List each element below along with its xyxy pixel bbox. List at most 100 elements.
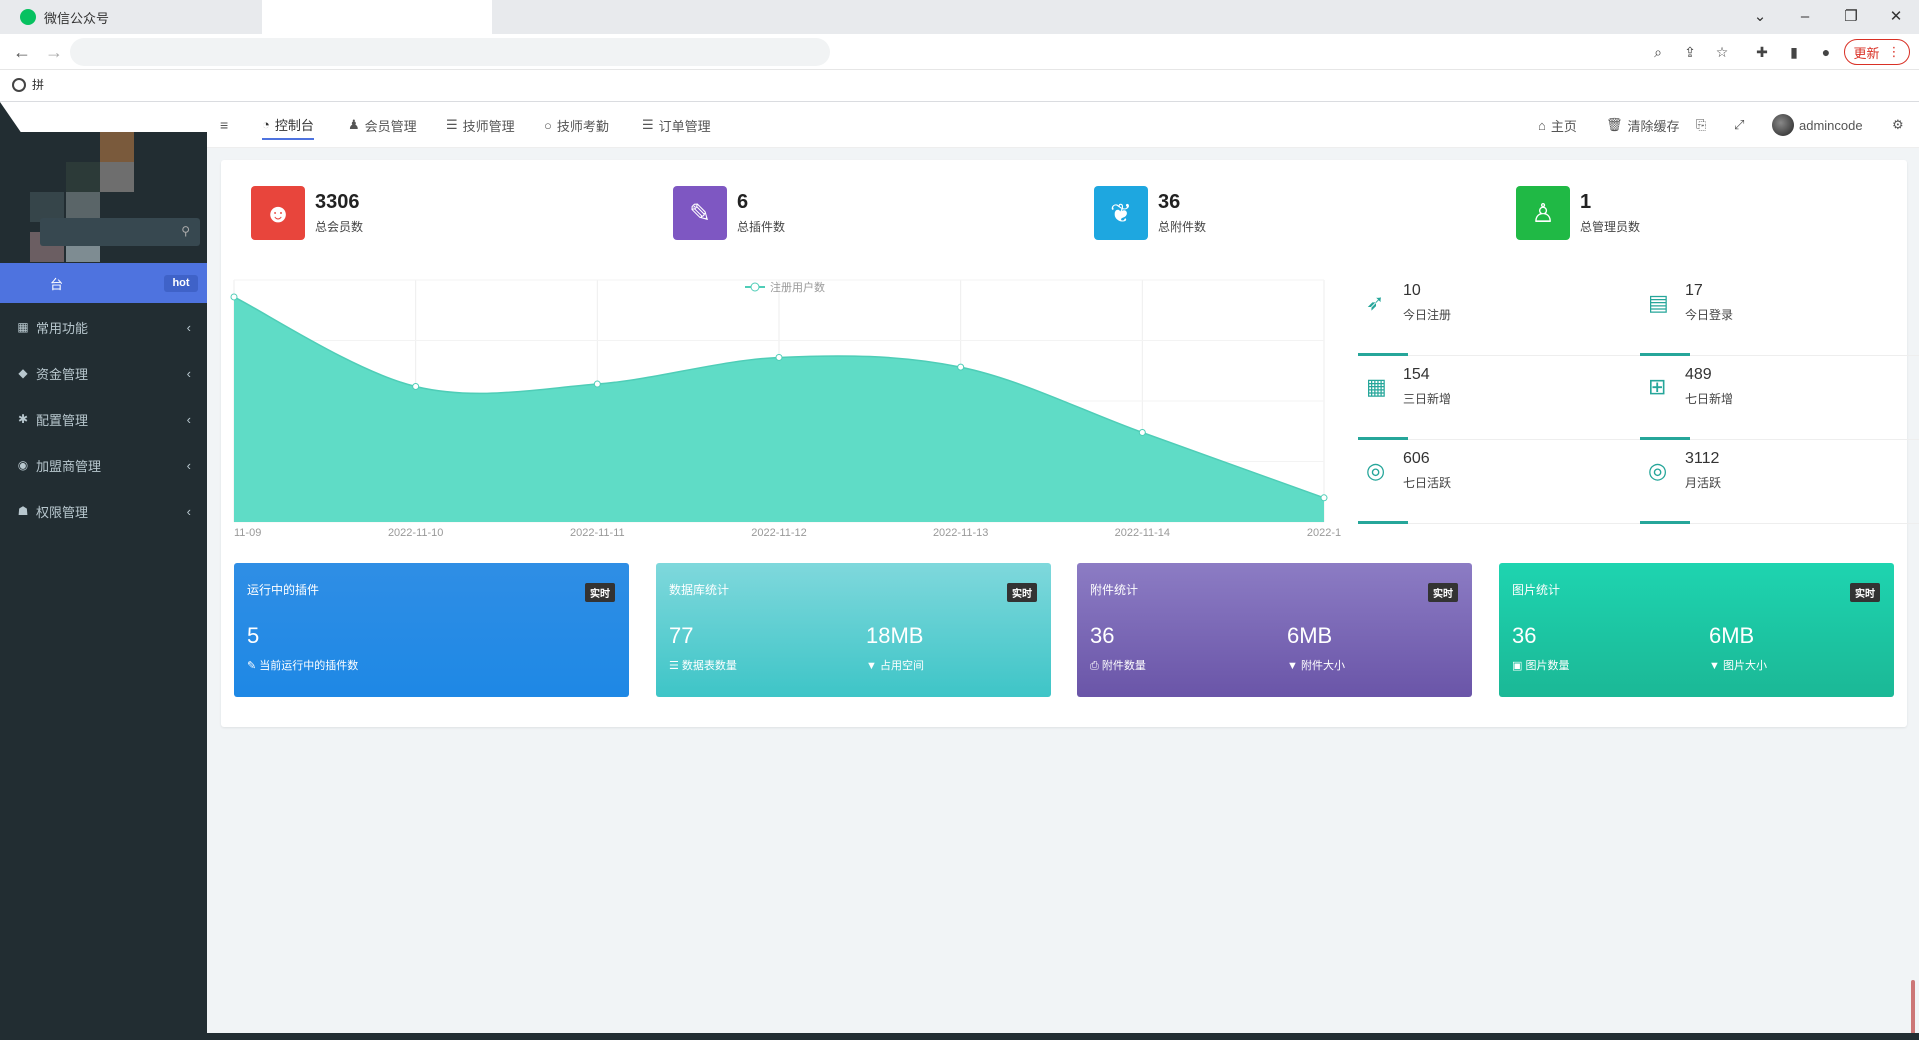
card-value: 36 — [1090, 623, 1115, 648]
realtime-badge: 实时 — [585, 583, 615, 602]
sidebar-item-label: 配置管理 — [36, 412, 89, 428]
sidebar-item-config[interactable]: ✱ 配置管理 ‹ — [0, 398, 207, 440]
sidebar-search-input[interactable]: ⚲ — [40, 218, 200, 246]
id-card-icon: ▤ — [1648, 290, 1669, 315]
sidebar-item-label: 加盟商管理 — [36, 458, 102, 474]
card-label-2: ▼ 图片大小 — [1709, 657, 1767, 673]
scrollbar-thumb[interactable] — [1911, 980, 1915, 1036]
fullscreen-icon[interactable]: ⤢ — [1734, 110, 1744, 140]
card-label-icon: ▣ — [1512, 660, 1526, 672]
stat-value: 3306 — [315, 191, 360, 213]
magic-icon: ✎ — [673, 186, 727, 240]
x-tick-label: 2022-1 — [1307, 527, 1341, 539]
back-icon[interactable]: ← — [10, 40, 34, 64]
list-icon: ☰ — [446, 117, 458, 132]
bookmark-label: 拼 — [32, 78, 45, 92]
sidepanel-icon[interactable]: ▮ — [1784, 42, 1804, 62]
settings-gear-icon[interactable]: ⚙ — [1892, 110, 1904, 140]
address-bar[interactable] — [70, 38, 830, 66]
clear-cache-button[interactable]: 🗑 清除缓存 — [1606, 110, 1680, 140]
stat-card: 数据库统计 实时 77 ☰ 数据表数量 18MB ▼ 占用空间 — [656, 563, 1051, 697]
mini-stat: ◎ 606 七日活跃 — [1358, 442, 1640, 524]
stat-value: 36 — [1158, 191, 1181, 213]
avatar — [1772, 114, 1794, 136]
chevron-left-icon: ‹ — [186, 319, 191, 335]
x-tick-label: 2022-11-12 — [751, 527, 806, 539]
tab-members[interactable]: ♟ 会员管理 — [348, 110, 417, 140]
more-icon: ⋮ — [1887, 44, 1901, 59]
tab-technicians[interactable]: ☰ 技师管理 — [446, 110, 515, 140]
close-button[interactable]: ✕ — [1881, 6, 1911, 28]
sidebar-item-finance[interactable]: ◆ 资金管理 ‹ — [0, 352, 207, 394]
tab-label: 技师考勤 — [556, 118, 609, 134]
translate-icon[interactable]: ⎘ — [1696, 110, 1706, 140]
forward-icon[interactable]: → — [42, 40, 66, 64]
mini-stat: ◎ 3112 月活跃 — [1640, 442, 1919, 524]
chart-legend[interactable]: 注册用户数 — [745, 280, 825, 294]
home-label: 主页 — [1550, 118, 1577, 134]
tab-attendance[interactable]: ○ 技师考勤 — [544, 110, 609, 140]
card-label-icon: ⎙ — [1090, 660, 1102, 672]
stat-label: 总附件数 — [1158, 220, 1207, 234]
card-title: 数据库统计 — [669, 583, 730, 597]
sidebar-item-common[interactable]: ▦ 常用功能 ‹ — [0, 306, 207, 348]
mini-stat-label: 七日活跃 — [1403, 476, 1452, 490]
browser-tab[interactable]: 微信公众号 — [0, 0, 265, 34]
chevron-left-icon: ‹ — [186, 503, 191, 519]
user-circle-icon: ◎ — [1648, 458, 1668, 483]
data-point — [593, 380, 601, 388]
home-link[interactable]: ⌂ 主页 — [1538, 110, 1577, 140]
sidebar-item-permissions[interactable]: ☗ 权限管理 ‹ — [0, 490, 207, 532]
share-icon[interactable]: ⇪ — [1680, 42, 1700, 62]
tab-dashboard[interactable]: ◔ 控制台 — [262, 110, 314, 140]
card-title: 附件统计 — [1090, 583, 1139, 597]
card-title: 运行中的插件 — [247, 583, 320, 597]
stat-text: 6 总插件数 — [737, 191, 785, 235]
stat-label: 总管理员数 — [1580, 220, 1641, 234]
username: admincode — [1799, 117, 1863, 133]
stat-box: ✎ 6 总插件数 — [673, 186, 785, 240]
realtime-badge: 实时 — [1428, 583, 1458, 602]
mini-stat: ▤ 17 今日登录 — [1640, 274, 1919, 356]
card-label-text: 附件大小 — [1300, 660, 1345, 672]
restore-button[interactable]: ❐ — [1836, 6, 1866, 28]
update-button[interactable]: 更新 ⋮ — [1844, 39, 1910, 65]
sidebar-toggle-icon[interactable]: ≡ — [220, 110, 228, 140]
card-label: ▣ 图片数量 — [1512, 657, 1569, 673]
tab-orders[interactable]: ☰ 订单管理 — [642, 110, 711, 140]
minimize-button[interactable]: – — [1790, 6, 1820, 28]
rocket-icon: ➶ — [1366, 290, 1385, 315]
profile-icon[interactable]: ● — [1816, 42, 1836, 62]
sidebar-item-label: 常用功能 — [36, 320, 89, 336]
card-label-text: 图片数量 — [1525, 660, 1570, 672]
bookmark-item[interactable]: 拼 — [12, 76, 44, 93]
stat-text: 36 总附件数 — [1158, 191, 1206, 235]
x-tick-label: 2022-11-10 — [388, 527, 443, 539]
mini-stat-label: 今日登录 — [1685, 308, 1734, 322]
user-menu[interactable]: admincode — [1772, 110, 1863, 140]
mini-stat-value: 154 — [1403, 366, 1430, 383]
list-icon: ▦ — [17, 320, 29, 334]
card-label: ⎙ 附件数量 — [1090, 657, 1146, 673]
tab-title: 微信公众号 — [44, 10, 110, 26]
user-icon: ♟ — [348, 117, 360, 132]
extension-icon[interactable]: ✚ — [1752, 42, 1772, 62]
data-point — [230, 293, 238, 301]
mini-stat-value: 606 — [1403, 450, 1430, 467]
zoom-icon[interactable]: ⌕ — [1648, 42, 1668, 62]
card-value-2: 18MB — [866, 623, 924, 648]
legend-label: 注册用户数 — [770, 280, 825, 294]
stat-label: 总会员数 — [315, 220, 364, 234]
trash-icon: 🗑 — [1606, 117, 1623, 132]
dropdown-icon[interactable]: ⌄ — [1745, 6, 1775, 28]
sidebar-item-franchise[interactable]: ◉ 加盟商管理 ‹ — [0, 444, 207, 486]
gear-icon: ✱ — [17, 412, 29, 426]
chevron-left-icon: ‹ — [186, 411, 191, 427]
mini-stat-value: 3112 — [1685, 450, 1720, 467]
wechat-icon — [20, 9, 36, 25]
mini-stat: ⊞ 489 七日新增 — [1640, 358, 1919, 440]
x-tick-label: 2022-11-13 — [933, 527, 988, 539]
star-icon[interactable]: ☆ — [1712, 42, 1732, 62]
user-circle-icon: ◎ — [1366, 458, 1386, 483]
stat-text: 1 总管理员数 — [1580, 191, 1640, 235]
